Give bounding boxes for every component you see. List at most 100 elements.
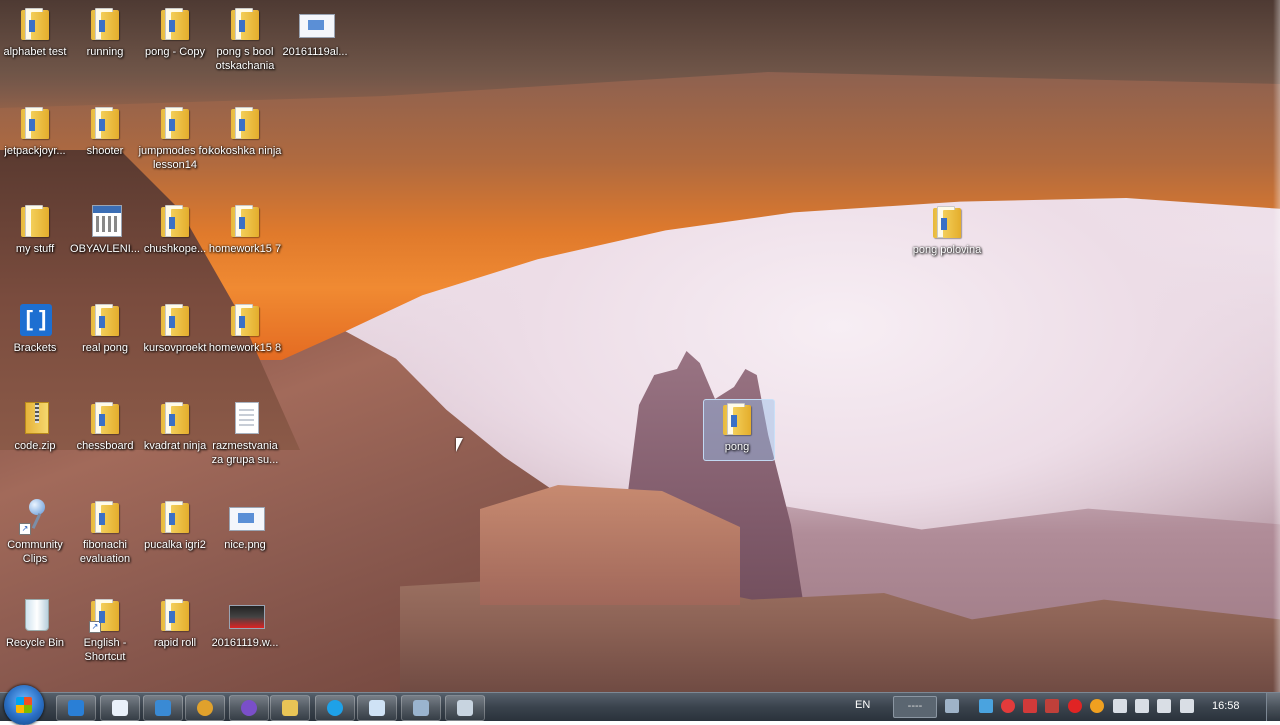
desktop-icon-chessboard[interactable]: chessboard (70, 398, 140, 453)
icon-label: Community Clips (7, 539, 63, 565)
desktop-icon-pucalka-igri2[interactable]: pucalka igri2 (140, 497, 210, 552)
icon-label: alphabet test (3, 46, 67, 58)
desktop-icon-jumpmodes[interactable]: jumpmodes for lesson14 (139, 103, 211, 172)
desktop-icon-rapid-roll[interactable]: rapid roll (140, 595, 210, 650)
tray-app-icon[interactable] (1023, 699, 1037, 713)
skype-icon (327, 700, 343, 716)
taskbar-button-task-manager[interactable] (445, 695, 485, 721)
desktop-icon-homework158[interactable]: homework15 8 (209, 300, 281, 355)
zip-icon (19, 400, 51, 436)
antivirus-icon[interactable] (1001, 699, 1015, 713)
icon-label: OBYAVLENI... (70, 243, 140, 255)
desktop-icon-my-stuff[interactable]: my stuff (0, 201, 70, 256)
folder-icon (89, 302, 121, 338)
folder-icon (229, 203, 261, 239)
taskbar: EN ---- 16:58 (0, 685, 1280, 725)
icon-label: pong s bool otskachania (215, 46, 275, 72)
pdf-icon[interactable] (1045, 699, 1059, 713)
desktop-icon-kvadrat-ninja[interactable]: kvadrat ninja (140, 398, 210, 453)
desktop-icon-pong-polovina[interactable]: pong polovina (912, 202, 982, 257)
desktop-icon-homework157[interactable]: homework15 7 (208, 201, 282, 256)
input-indicator[interactable]: ---- (893, 696, 937, 718)
icon-label: fibonachi evaluation (79, 539, 131, 565)
desktop-icon-jetpackjoyr[interactable]: jetpackjoyr... (0, 103, 70, 158)
desktop-icon-obyavleni[interactable]: OBYAVLENI... (70, 201, 140, 256)
taskbar-button-explorer[interactable] (270, 695, 310, 721)
folder-icon (19, 6, 51, 42)
action-center-icon[interactable] (1113, 699, 1127, 713)
taskbar-button-window[interactable] (100, 695, 140, 721)
taskbar-button-notepad[interactable] (357, 695, 397, 721)
desktop-icon-english-shortcut[interactable]: ↗ English - Shortcut (70, 595, 140, 664)
folder-icon (931, 204, 963, 240)
desktop-icon-razmestvania[interactable]: razmestvania za grupa su... (210, 398, 280, 467)
folder-icon (229, 6, 261, 42)
tray-red-icon[interactable] (1068, 699, 1082, 713)
desktop-icon-pong-s-bool[interactable]: pong s bool otskachania (210, 4, 280, 73)
document-icon (229, 400, 261, 436)
desktop-icon-recycle-bin[interactable]: Recycle Bin (0, 595, 70, 650)
keyboard-icon[interactable] (945, 699, 959, 713)
icon-label: Brackets (13, 342, 57, 354)
network-app-icon[interactable] (979, 699, 993, 713)
language-indicator[interactable]: EN (855, 699, 870, 711)
icon-label: running (86, 46, 124, 58)
desktop-icon-kursovproekt[interactable]: kursovproekt (140, 300, 210, 355)
icon-label: rapid roll (153, 637, 197, 649)
folder-icon (229, 302, 261, 338)
tray-orange-icon[interactable] (1090, 699, 1104, 713)
taskbar-button-control-panel[interactable] (401, 695, 441, 721)
folder-icon (159, 400, 191, 436)
desktop-icon-chushkope[interactable]: chushkope... (140, 201, 210, 256)
recycle-bin-icon (19, 597, 51, 633)
folder-icon (159, 499, 191, 535)
viber-icon (241, 700, 257, 716)
desktop[interactable]: alphabet test jetpackjoyr... my stuff [ … (0, 0, 1280, 692)
folder-icon (159, 203, 191, 239)
icon-label: 20161119.w... (211, 637, 279, 649)
folder-icon (89, 6, 121, 42)
desktop-icon-running[interactable]: running (70, 4, 140, 59)
folder-icon (89, 105, 121, 141)
brackets-icon: [ ] (19, 302, 52, 338)
icon-label: my stuff (15, 243, 55, 255)
folder-icon (159, 302, 191, 338)
icon-label: razmestvania za grupa su... (211, 440, 279, 466)
taskbar-button-visual-studio[interactable] (143, 695, 183, 721)
desktop-icon-community-clips[interactable]: ↗ Community Clips (0, 497, 70, 566)
desktop-icon-20161119al[interactable]: 20161119al... (280, 4, 350, 59)
desktop-icon-real-pong[interactable]: real pong (70, 300, 140, 355)
icon-label: jetpackjoyr... (4, 145, 66, 157)
taskbar-button-store[interactable] (56, 695, 96, 721)
folder-icon (721, 401, 753, 437)
desktop-icon-kokoshka-ninja[interactable]: kokoshka ninja (209, 103, 281, 158)
chrome-icon (197, 700, 213, 716)
taskbar-button-skype[interactable] (315, 695, 355, 721)
desktop-icon-pong-copy[interactable]: pong - Copy (140, 4, 210, 59)
taskbar-button-viber[interactable] (229, 695, 269, 721)
icon-label: homework15 7 (208, 243, 282, 255)
image-file-icon (229, 499, 265, 535)
desktop-icon-fibonachi-evaluation[interactable]: fibonachi evaluation (70, 497, 140, 566)
desktop-icon-pong[interactable]: pong (702, 399, 772, 454)
clock[interactable]: 16:58 (1212, 700, 1240, 712)
show-desktop-button[interactable] (1266, 693, 1280, 721)
notepad-icon (369, 700, 385, 716)
desktop-icon-shooter[interactable]: shooter (70, 103, 140, 158)
desktop-icon-nice-png[interactable]: nice.png (210, 497, 280, 552)
icon-label: pong (724, 441, 750, 453)
desktop-icon-code-zip[interactable]: code.zip (0, 398, 70, 453)
start-button[interactable] (4, 685, 44, 725)
volume-icon[interactable] (1135, 699, 1149, 713)
flag-icon[interactable] (1180, 699, 1194, 713)
image-file-icon (299, 6, 335, 42)
network-icon[interactable] (1157, 699, 1171, 713)
folder-shortcut-icon: ↗ (89, 597, 121, 633)
window-app-icon (112, 700, 128, 716)
desktop-icon-20161119-w[interactable]: 20161119.w... (210, 595, 280, 650)
icon-label: chessboard (76, 440, 134, 452)
desktop-icon-brackets[interactable]: [ ] Brackets (0, 300, 70, 355)
screen-edge (1273, 0, 1280, 692)
desktop-icon-alphabet-test[interactable]: alphabet test (0, 4, 70, 59)
taskbar-button-chrome[interactable] (185, 695, 225, 721)
